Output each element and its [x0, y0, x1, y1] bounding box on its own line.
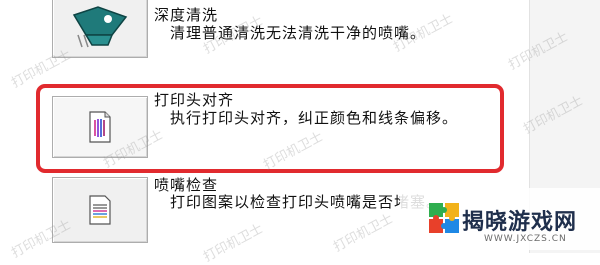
- nozzle-check-button[interactable]: [52, 177, 148, 243]
- site-badge-name: 揭晓游戏网: [462, 210, 578, 235]
- nozzle-check-title: 喷嘴检查: [154, 176, 219, 194]
- maintenance-panel: 深度清洗 清理普通清洗无法清洗干净的喷嘴。 打印头对齐 执行打印头对齐，纠正颜色…: [0, 0, 600, 265]
- printhead-deep-clean-icon: [72, 6, 128, 48]
- site-badge-url[interactable]: WWW.JXCZS.CN: [484, 234, 567, 244]
- deep-clean-description: 清理普通清洗无法清洗干净的喷嘴。: [170, 24, 427, 42]
- highlight-frame: [36, 84, 504, 173]
- deep-clean-button[interactable]: [52, 0, 148, 58]
- nozzle-check-pattern-icon: [89, 195, 111, 225]
- watermark-text: 打印机卫士: [331, 211, 396, 256]
- watermark-text: 打印机卫士: [201, 221, 266, 265]
- puzzle-logo-icon: [429, 203, 459, 233]
- deep-clean-title: 深度清洗: [154, 6, 219, 24]
